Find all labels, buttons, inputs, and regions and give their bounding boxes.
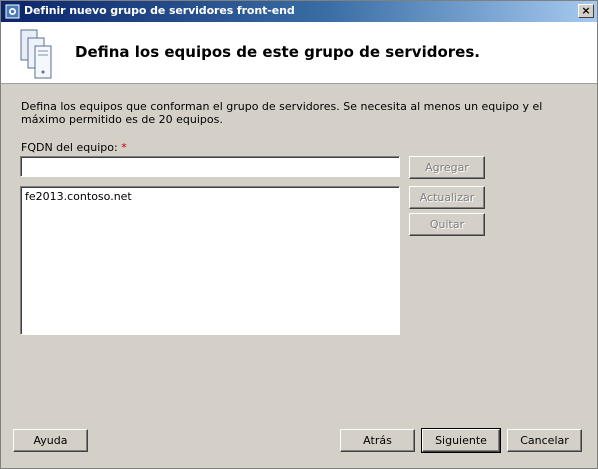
next-button[interactable]: Siguiente (421, 428, 501, 453)
update-button[interactable]: Actualizar (409, 186, 485, 209)
description-text: Defina los equipos que conforman el grup… (21, 100, 543, 126)
list-item[interactable]: fe2013.contoso.net (25, 190, 395, 203)
close-icon: × (581, 4, 591, 17)
required-marker: * (121, 141, 127, 154)
back-button[interactable]: Atrás (340, 429, 415, 452)
window-title: Definir nuevo grupo de servidores front-… (24, 4, 295, 17)
cancel-button[interactable]: Cancelar (507, 429, 582, 452)
remove-button[interactable]: Quitar (409, 213, 485, 236)
computer-list[interactable]: fe2013.contoso.net (20, 186, 400, 335)
close-button[interactable]: × (578, 4, 594, 18)
add-button[interactable]: Agregar (409, 156, 485, 179)
dialog-window: Definir nuevo grupo de servidores front-… (0, 0, 598, 469)
fqdn-input[interactable] (20, 156, 400, 177)
fqdn-label-text: FQDN del equipo: (21, 141, 118, 154)
help-button[interactable]: Ayuda (13, 429, 88, 452)
wizard-header: Defina los equipos de este grupo de serv… (1, 22, 597, 84)
server-icon (20, 29, 52, 79)
fqdn-label: FQDN del equipo: * (21, 141, 127, 154)
page-heading: Defina los equipos de este grupo de serv… (75, 43, 480, 61)
title-bar[interactable]: Definir nuevo grupo de servidores front-… (1, 1, 597, 22)
app-icon (5, 4, 20, 19)
